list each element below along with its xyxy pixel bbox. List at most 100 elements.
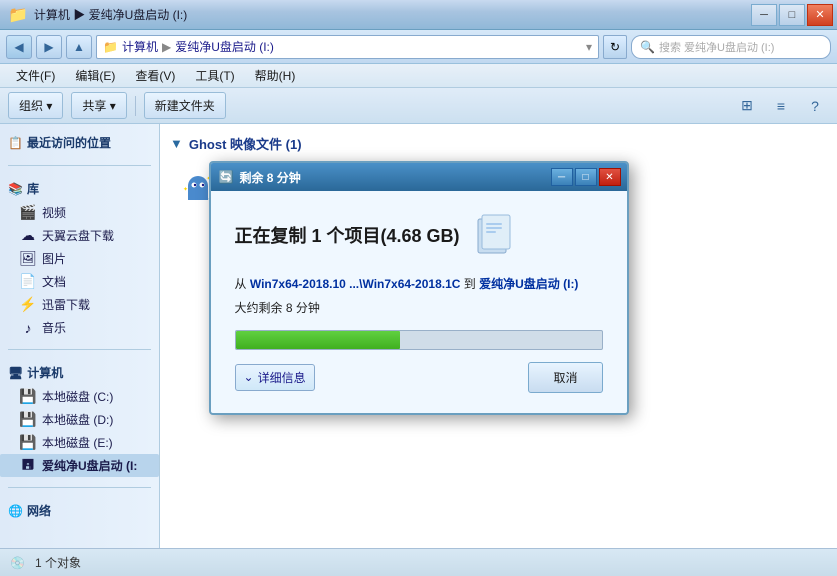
- maximize-button[interactable]: □: [779, 4, 805, 26]
- network-label: 网络: [27, 502, 51, 519]
- details-view-button[interactable]: ≡: [767, 92, 795, 120]
- minimize-button[interactable]: ─: [751, 4, 777, 26]
- dialog-close-button[interactable]: ✕: [599, 168, 621, 186]
- sidebar-item-cloud[interactable]: ☁ 天翼云盘下载: [0, 224, 159, 247]
- sidebar-item-documents[interactable]: 📄 文档: [0, 270, 159, 293]
- title-bar: 📁 计算机 ▶ 爱纯净U盘启动 (I:) ─ □ ✕: [0, 0, 837, 30]
- view-mode-button[interactable]: ⊞: [733, 92, 761, 120]
- drive-d-icon: 💾: [20, 412, 36, 428]
- sidebar-item-usb[interactable]: 🖪 爱纯净U盘启动 (I:: [0, 454, 159, 477]
- details-toggle-button[interactable]: ⌄ 详细信息: [235, 364, 315, 391]
- sidebar-item-drive-e[interactable]: 💾 本地磁盘 (E:): [0, 431, 159, 454]
- video-label: 视频: [42, 204, 66, 221]
- computer-label: 计算机: [27, 364, 63, 381]
- close-button[interactable]: ✕: [807, 4, 833, 26]
- computer-icon: 🖥: [8, 366, 23, 380]
- sidebar-item-video[interactable]: 🎬 视频: [0, 201, 159, 224]
- recent-icon: 📋: [8, 136, 23, 150]
- sidebar-header-network: 🌐 网络: [0, 498, 159, 523]
- file-copy-icon-svg: [474, 213, 518, 257]
- dialog-title-icon: 🔄: [219, 170, 234, 184]
- folder-collapse-icon[interactable]: ▼: [170, 136, 183, 151]
- from-label: 从: [235, 277, 250, 291]
- drive-c-icon: 💾: [20, 389, 36, 405]
- chevron-down-icon: ⌄: [244, 370, 254, 384]
- thunder-label: 迅雷下载: [42, 296, 90, 313]
- cloud-icon: ☁: [20, 228, 36, 244]
- status-drive-icon: 💿: [10, 556, 25, 570]
- new-folder-button[interactable]: 新建文件夹: [144, 92, 226, 119]
- drive-e-label: 本地磁盘 (E:): [42, 434, 113, 451]
- sep2: [8, 349, 151, 350]
- dialog-header: 正在复制 1 个项目(4.68 GB): [235, 211, 603, 259]
- search-icon: 🔍: [640, 40, 655, 54]
- help-button[interactable]: ?: [801, 92, 829, 120]
- sidebar-item-thunder[interactable]: ⚡ 迅雷下载: [0, 293, 159, 316]
- documents-label: 文档: [42, 273, 66, 290]
- dialog-maximize-button[interactable]: □: [575, 168, 597, 186]
- drive-e-icon: 💾: [20, 435, 36, 451]
- menu-view[interactable]: 查看(V): [127, 65, 183, 86]
- progress-fill: [236, 331, 401, 349]
- cloud-label: 天翼云盘下载: [42, 227, 114, 244]
- dialog-minimize-button[interactable]: ─: [551, 168, 573, 186]
- video-icon: 🎬: [20, 205, 36, 221]
- forward-button[interactable]: ▶: [36, 35, 62, 59]
- drive-c-label: 本地磁盘 (C:): [42, 388, 113, 405]
- library-icon: 📚: [8, 182, 23, 196]
- menu-file[interactable]: 文件(F): [8, 65, 63, 86]
- path-sep1: ▶: [162, 40, 171, 54]
- path-dropdown[interactable]: ▾: [586, 40, 592, 54]
- progress-bar: [235, 330, 603, 350]
- organize-button[interactable]: 组织 ▾: [8, 92, 63, 119]
- usb-icon: 🖪: [20, 458, 36, 474]
- to-label: 到: [464, 277, 479, 291]
- library-label: 库: [27, 180, 39, 197]
- sidebar-item-music[interactable]: ♪ 音乐: [0, 316, 159, 339]
- pictures-label: 图片: [42, 250, 66, 267]
- window-icon: 📁: [8, 5, 28, 25]
- menu-help[interactable]: 帮助(H): [247, 65, 304, 86]
- dialog-from-to: 从 Win7x64-2018.10 ...\Win7x64-2018.1C 到 …: [235, 275, 603, 294]
- title-bar-buttons: ─ □ ✕: [751, 4, 833, 26]
- music-label: 音乐: [42, 319, 66, 336]
- dialog-footer: ⌄ 详细信息 取消: [235, 362, 603, 393]
- search-box[interactable]: 🔍 搜索 爱纯净U盘启动 (I:): [631, 35, 831, 59]
- toolbar: 组织 ▾ 共享 ▾ 新建文件夹 ⊞ ≡ ?: [0, 88, 837, 124]
- path-computer: 计算机: [122, 38, 158, 55]
- pictures-icon: 🖼: [20, 251, 36, 267]
- drive-d-label: 本地磁盘 (D:): [42, 411, 113, 428]
- share-button[interactable]: 共享 ▾: [71, 92, 126, 119]
- address-path[interactable]: 📁 计算机 ▶ 爱纯净U盘启动 (I:) ▾: [96, 35, 599, 59]
- sidebar-item-drive-d[interactable]: 💾 本地磁盘 (D:): [0, 408, 159, 431]
- cancel-button[interactable]: 取消: [528, 362, 602, 393]
- network-icon: 🌐: [8, 504, 23, 518]
- up-button[interactable]: ▲: [66, 35, 92, 59]
- copy-dialog: 🔄 剩余 8 分钟 ─ □ ✕ 正在复制 1 个项目(4.68 GB): [209, 161, 629, 414]
- sidebar-item-drive-c[interactable]: 💾 本地磁盘 (C:): [0, 385, 159, 408]
- usb-label: 爱纯净U盘启动 (I:: [42, 457, 137, 474]
- menu-edit[interactable]: 编辑(E): [67, 65, 123, 86]
- documents-icon: 📄: [20, 274, 36, 290]
- folder-icon: 📁: [103, 40, 118, 54]
- dialog-title-bar: 🔄 剩余 8 分钟 ─ □ ✕: [211, 163, 627, 191]
- details-label: 详细信息: [258, 369, 306, 386]
- recent-label: 最近访问的位置: [27, 134, 111, 151]
- time-remaining: 大约剩余 8 分钟: [235, 299, 603, 318]
- back-button[interactable]: ◀: [6, 35, 32, 59]
- sep3: [8, 487, 151, 488]
- sidebar-section-library: 📚 库 🎬 视频 ☁ 天翼云盘下载 🖼 图片 📄 文档 ⚡ 迅雷下载: [0, 170, 159, 345]
- svg-text:✦: ✦: [183, 186, 188, 193]
- to-path: 爱纯净U盘启动 (I:): [479, 277, 578, 291]
- status-count: 1 个对象: [35, 554, 81, 571]
- from-path: Win7x64-2018.10 ...\Win7x64-2018.1C: [250, 277, 461, 291]
- refresh-button[interactable]: ↻: [603, 35, 627, 59]
- folder-group-header: ▼ Ghost 映像文件 (1): [170, 134, 827, 153]
- sidebar-header-library: 📚 库: [0, 176, 159, 201]
- sidebar-item-pictures[interactable]: 🖼 图片: [0, 247, 159, 270]
- music-icon: ♪: [20, 320, 36, 336]
- menu-tools[interactable]: 工具(T): [187, 65, 242, 86]
- sidebar-section-network: 🌐 网络: [0, 492, 159, 529]
- sidebar-header-recent: 📋 最近访问的位置: [0, 130, 159, 155]
- menu-bar: 文件(F) 编辑(E) 查看(V) 工具(T) 帮助(H): [0, 64, 837, 88]
